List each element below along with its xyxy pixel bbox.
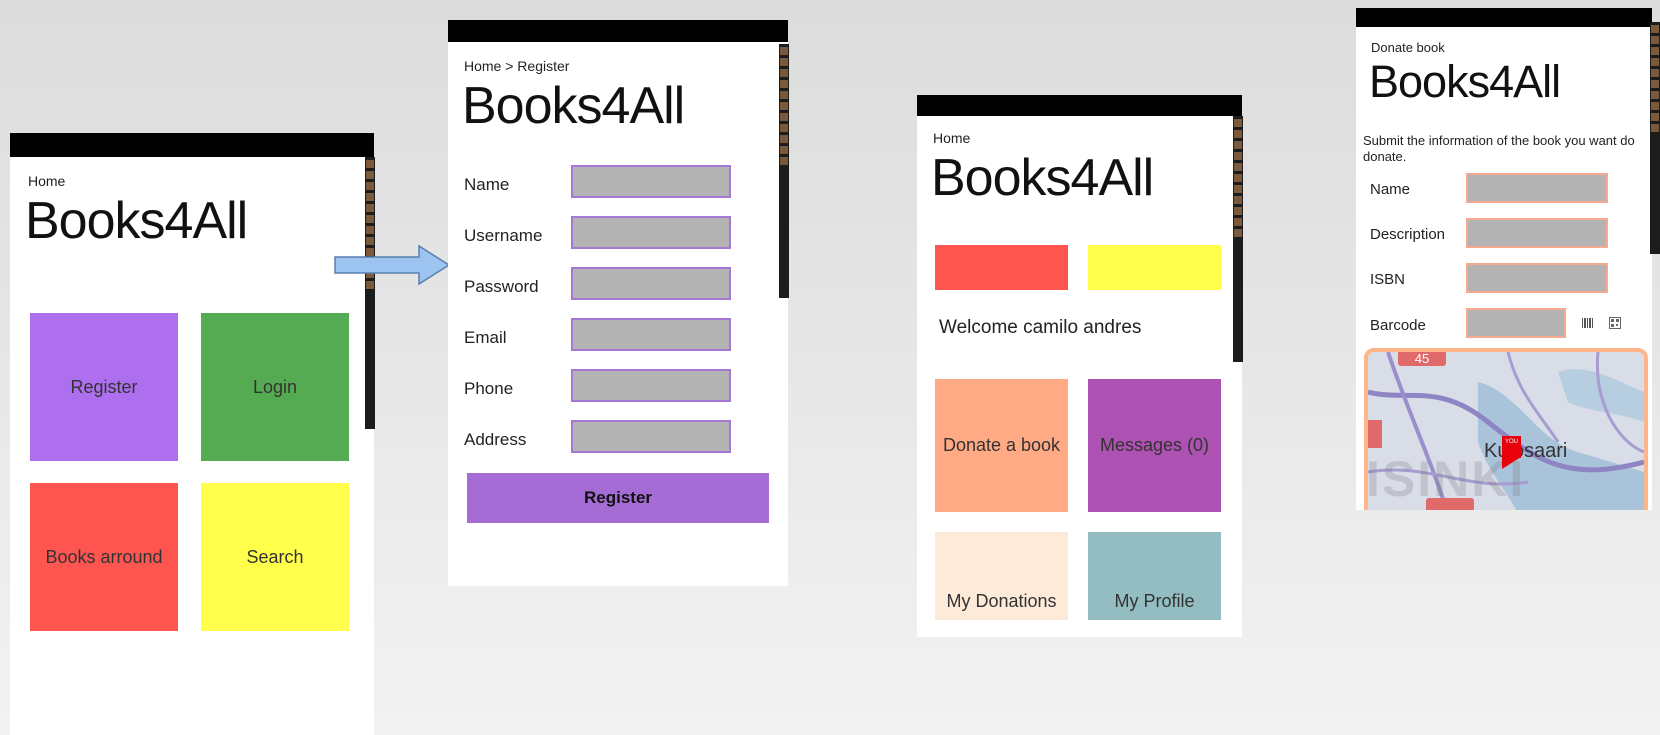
- dashboard-screen: Home Books4All Welcome camilo andres Don…: [917, 95, 1242, 637]
- username-field[interactable]: [571, 216, 731, 249]
- status-bar: [448, 20, 788, 42]
- description-label: Description: [1370, 226, 1446, 243]
- pin-tail-icon: [1502, 457, 1521, 469]
- search-tile[interactable]: Search: [201, 483, 349, 631]
- name-field[interactable]: [571, 165, 731, 198]
- books-around-tile[interactable]: Books arround: [30, 483, 178, 631]
- welcome-text: Welcome camilo andres: [939, 317, 1142, 338]
- pin-label: YOU: [1504, 439, 1518, 445]
- isbn-field[interactable]: [1466, 263, 1608, 293]
- name-field[interactable]: [1466, 173, 1608, 203]
- register-screen: Home > Register Books4All Name Username …: [448, 20, 788, 586]
- donate-book-tile[interactable]: Donate a book: [935, 379, 1068, 512]
- name-label: Name: [464, 175, 510, 194]
- app-title: Books4All: [462, 77, 685, 135]
- name-label: Name: [1370, 181, 1411, 198]
- email-label: Email: [464, 328, 507, 347]
- breadcrumb: Home: [933, 130, 971, 146]
- breadcrumb: Donate book: [1371, 40, 1445, 55]
- address-label: Address: [464, 430, 527, 449]
- phone-field[interactable]: [571, 369, 731, 402]
- home-screen: Home Books4All Register Login Books arro…: [10, 133, 374, 735]
- qr-code-icon[interactable]: [1609, 317, 1621, 329]
- phone-label: Phone: [464, 379, 514, 398]
- barcode-label: Barcode: [1370, 317, 1426, 334]
- barcode-field[interactable]: [1466, 308, 1566, 338]
- address-field[interactable]: [571, 420, 731, 453]
- location-map[interactable]: 45 ISINKI Kulosaari YOU: [1364, 348, 1648, 510]
- password-label: Password: [464, 277, 539, 296]
- page-peek-edge: [365, 157, 375, 429]
- page-peek-edge: [779, 44, 789, 298]
- donate-screen: Donate book Books4All Submit the informa…: [1356, 8, 1652, 510]
- map-badge: 45: [1398, 352, 1446, 366]
- messages-tile[interactable]: Messages (0): [1088, 379, 1221, 512]
- app-title: Books4All: [1369, 56, 1561, 107]
- map-place-label: Kulosaari: [1484, 440, 1568, 462]
- register-button[interactable]: Register: [467, 473, 769, 523]
- flow-arrow-icon: [334, 244, 451, 286]
- intro-text: Submit the information of the book you w…: [1363, 133, 1635, 164]
- map-edge-marker: [1368, 420, 1382, 448]
- status-bar: [10, 133, 374, 157]
- login-tile[interactable]: Login: [201, 313, 349, 461]
- page-peek-edge: [1233, 116, 1243, 362]
- page-peek-edge: [1650, 22, 1660, 254]
- my-donations-tile[interactable]: My Donations: [935, 532, 1068, 620]
- email-field[interactable]: [571, 318, 731, 351]
- app-title: Books4All: [25, 192, 248, 250]
- isbn-label: ISBN: [1370, 271, 1406, 288]
- location-pin-icon[interactable]: YOU: [1502, 436, 1521, 458]
- barcode-icon[interactable]: [1582, 318, 1594, 328]
- red-banner-tile[interactable]: [935, 245, 1068, 290]
- breadcrumb: Home: [28, 173, 66, 189]
- register-tile[interactable]: Register: [30, 313, 178, 461]
- breadcrumb: Home > Register: [464, 58, 570, 74]
- my-profile-tile[interactable]: My Profile: [1088, 532, 1221, 620]
- status-bar: [917, 95, 1242, 116]
- yellow-banner-tile[interactable]: [1088, 245, 1221, 290]
- app-title: Books4All: [931, 149, 1154, 207]
- username-label: Username: [464, 226, 543, 245]
- description-field[interactable]: [1466, 218, 1608, 248]
- password-field[interactable]: [571, 267, 731, 300]
- status-bar: [1356, 8, 1652, 27]
